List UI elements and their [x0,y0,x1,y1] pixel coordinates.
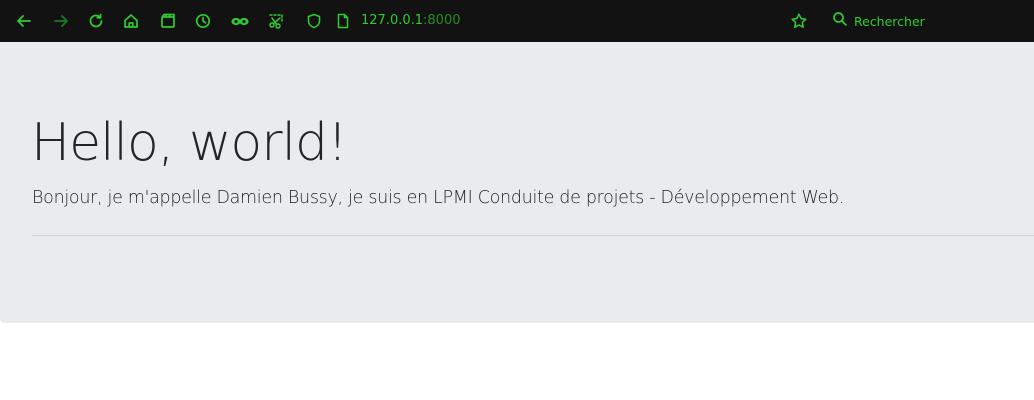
search-icon [832,11,848,31]
history-clock-icon[interactable] [191,9,215,33]
search-field[interactable]: Rechercher [832,11,925,31]
url-port: :8000 [423,13,461,28]
page-icon[interactable] [331,9,355,33]
page-title: Hello, world! [31,113,348,173]
url-bar[interactable]: 127.0.0.1:8000 [361,13,461,29]
infinity-mask-icon[interactable] [228,9,252,33]
reload-icon[interactable] [84,9,108,33]
divider [32,235,1034,236]
lead-text: Bonjour, je m'appelle Damien Bussy, je s… [32,188,845,208]
jumbotron: Hello, world! Bonjour, je m'appelle Dami… [0,42,1034,323]
search-placeholder: Rechercher [854,13,925,29]
url-host: 127.0.0.1 [361,13,424,28]
home-icon[interactable] [119,9,143,33]
forward-arrow-icon[interactable] [49,9,73,33]
star-icon[interactable] [787,9,811,33]
clapperboard-icon[interactable] [156,9,180,33]
screenshot-scissors-icon[interactable] [264,9,288,33]
shield-icon[interactable] [302,9,326,33]
browser-toolbar: 127.0.0.1:8000 Rechercher [0,0,1034,42]
back-arrow-icon[interactable] [12,9,36,33]
